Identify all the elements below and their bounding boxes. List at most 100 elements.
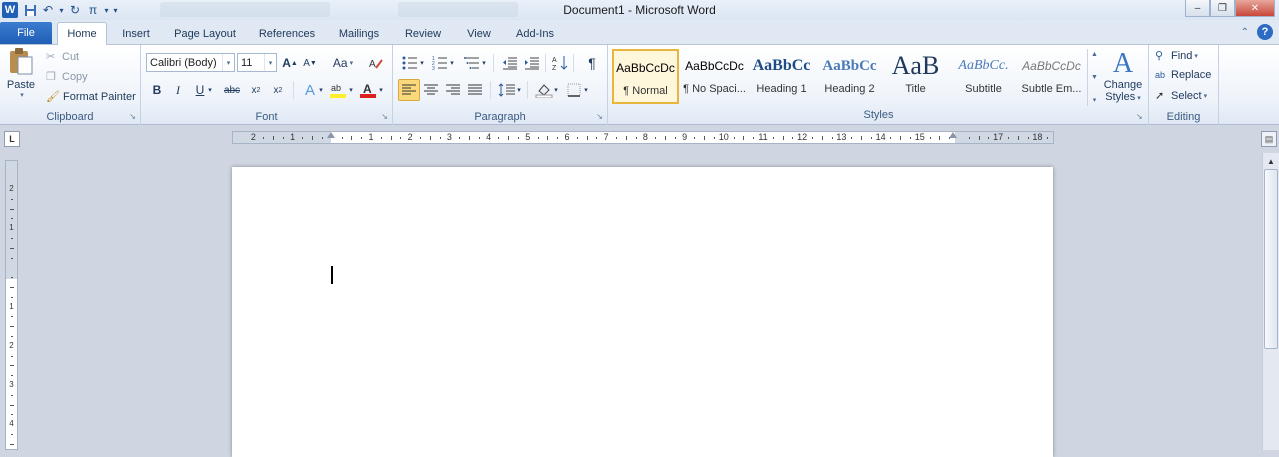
vertical-ruler[interactable]: 2 1 1 2 3 4 — [5, 160, 18, 450]
right-indent-marker[interactable] — [949, 132, 957, 138]
styles-launcher-icon[interactable]: ↘ — [1136, 112, 1143, 121]
document-page[interactable] — [232, 167, 1053, 457]
ruler-tick — [704, 135, 706, 140]
strikethrough-icon[interactable]: abc — [221, 79, 243, 101]
align-center-icon[interactable] — [420, 79, 442, 101]
horizontal-ruler[interactable]: 2 1 1 2 3 4 5 6 7 8 9 10 11 12 13 14 15 17 18 — [232, 131, 1054, 144]
align-right-icon[interactable] — [442, 79, 464, 101]
shrink-font-icon[interactable]: A ▼ — [299, 52, 321, 74]
minimize-ribbon-icon[interactable]: ⌃ — [1241, 27, 1249, 38]
ruler-tick — [655, 136, 657, 139]
find-button[interactable]: ⚲ Find ▾ — [1155, 49, 1198, 63]
gallery-down-icon[interactable]: ▼ — [1091, 74, 1098, 81]
shading-dropdown-icon[interactable]: ▾ — [551, 79, 561, 101]
view-ruler-icon[interactable]: ▤ — [1261, 131, 1277, 147]
style-title[interactable]: AaB Title — [882, 49, 949, 104]
cut-button[interactable]: ✂ Cut — [46, 50, 80, 64]
ruler-number: 18 — [1032, 132, 1043, 142]
subscript-icon[interactable]: x2 — [245, 79, 267, 101]
grow-font-icon[interactable]: A ▲ — [279, 52, 301, 74]
ruler-tick — [625, 135, 627, 140]
justify-icon[interactable] — [464, 79, 486, 101]
style-heading-2[interactable]: AaBbCc Heading 2 — [816, 49, 883, 104]
tab-view[interactable]: View — [458, 22, 500, 45]
font-name-combo[interactable]: Calibri (Body) ▾ — [146, 53, 235, 72]
sort-icon[interactable]: AZ — [549, 52, 571, 74]
binoculars-icon: ⚲ — [1155, 50, 1164, 62]
help-icon[interactable]: ? — [1257, 24, 1273, 40]
tab-review[interactable]: Review — [396, 22, 450, 45]
underline-dropdown-icon[interactable]: ▾ — [205, 79, 215, 101]
font-size-dropdown-icon[interactable]: ▾ — [264, 54, 276, 71]
paragraph-launcher-icon[interactable]: ↘ — [596, 112, 603, 121]
borders-dropdown-icon[interactable]: ▾ — [581, 79, 591, 101]
gallery-up-icon[interactable]: ▲ — [1091, 51, 1098, 58]
copy-button[interactable]: ❐ Copy — [46, 70, 88, 84]
numbering-dropdown-icon[interactable]: ▾ — [447, 52, 457, 74]
ruler-tick — [10, 434, 13, 435]
change-case-icon[interactable]: Aa ▾ — [329, 52, 357, 74]
paste-dropdown-icon[interactable]: ▾ — [20, 91, 24, 99]
select-button[interactable]: ➚ Select ▾ — [1155, 89, 1207, 103]
replace-button[interactable]: ab Replace — [1155, 69, 1211, 81]
bold-icon[interactable]: B — [146, 79, 168, 101]
close-icon[interactable]: ✕ — [1235, 0, 1275, 17]
cut-label: Cut — [62, 50, 80, 63]
tab-references[interactable]: References — [252, 22, 322, 45]
align-left-icon[interactable] — [398, 79, 420, 101]
multilevel-dropdown-icon[interactable]: ▾ — [479, 52, 489, 74]
style-subtle-emphasis[interactable]: AaBbCcDc Subtle Em... — [1018, 49, 1085, 104]
ruler-tick — [282, 136, 284, 139]
superscript-icon[interactable]: x2 — [267, 79, 289, 101]
tab-page-layout[interactable]: Page Layout — [166, 22, 244, 45]
font-name-dropdown-icon[interactable]: ▾ — [222, 54, 234, 71]
style-sample: AaBbCcDc — [616, 61, 675, 75]
show-formatting-icon[interactable]: ¶ — [581, 52, 603, 74]
restore-icon[interactable]: ❐ — [1210, 0, 1235, 17]
line-spacing-dropdown-icon[interactable]: ▾ — [514, 79, 524, 101]
scrollbar-thumb[interactable] — [1264, 169, 1278, 349]
tab-add-ins[interactable]: Add-Ins — [508, 22, 562, 45]
style-normal[interactable]: AaBbCcDc ¶ Normal — [612, 49, 679, 104]
style-sample: AaBbCc — [822, 57, 877, 74]
highlight-dropdown-icon[interactable]: ▾ — [346, 79, 356, 101]
tab-home[interactable]: Home — [57, 22, 107, 45]
tab-selector-icon[interactable]: L — [4, 131, 20, 147]
replace-label: Replace — [1171, 69, 1212, 81]
style-name: Subtitle — [965, 83, 1002, 95]
ruler-tick — [10, 394, 13, 396]
ruler-tick — [390, 135, 392, 140]
ruler-number: 2 — [407, 132, 413, 142]
ruler-tick — [772, 136, 774, 139]
tab-file[interactable]: File — [0, 22, 52, 44]
ruler-tick — [302, 136, 304, 139]
italic-icon[interactable]: I — [167, 79, 189, 101]
ruler-tick — [900, 135, 902, 140]
paintbrush-icon: 🖌 — [46, 91, 60, 103]
font-color-dropdown-icon[interactable]: ▾ — [376, 79, 386, 101]
paste-button[interactable]: Paste ▾ — [4, 47, 38, 103]
scroll-up-icon[interactable]: ▲ — [1263, 153, 1279, 169]
text-effects-dropdown-icon[interactable]: ▾ — [316, 79, 326, 101]
style-no-spacing[interactable]: AaBbCcDc ¶ No Spaci... — [681, 49, 748, 104]
tab-mailings[interactable]: Mailings — [330, 22, 388, 45]
tab-insert[interactable]: Insert — [112, 22, 160, 45]
style-heading-1[interactable]: AaBbCc Heading 1 — [748, 49, 815, 104]
font-launcher-icon[interactable]: ↘ — [381, 112, 388, 121]
change-styles-button[interactable]: A Change Styles ▾ — [1103, 49, 1143, 104]
minimize-icon[interactable]: ‒ — [1185, 0, 1210, 17]
vertical-scrollbar[interactable]: ▲ — [1262, 153, 1279, 450]
format-painter-button[interactable]: 🖌 Format Painter — [46, 90, 136, 104]
font-size-combo[interactable]: 11 ▾ — [237, 53, 277, 72]
window-controls: ‒ ❐ ✕ — [1185, 0, 1275, 17]
ruler-tick — [547, 135, 549, 140]
increase-indent-icon[interactable] — [521, 52, 543, 74]
font-size-value: 11 — [241, 56, 253, 69]
clear-formatting-icon[interactable]: A — [365, 52, 387, 74]
gallery-more-icon[interactable]: ▾ — [1093, 96, 1097, 104]
clipboard-launcher-icon[interactable]: ↘ — [129, 112, 136, 121]
left-indent-marker[interactable] — [327, 132, 335, 138]
decrease-indent-icon[interactable] — [499, 52, 521, 74]
bullets-dropdown-icon[interactable]: ▾ — [417, 52, 427, 74]
style-subtitle[interactable]: AaBbCc. Subtitle — [950, 49, 1017, 104]
